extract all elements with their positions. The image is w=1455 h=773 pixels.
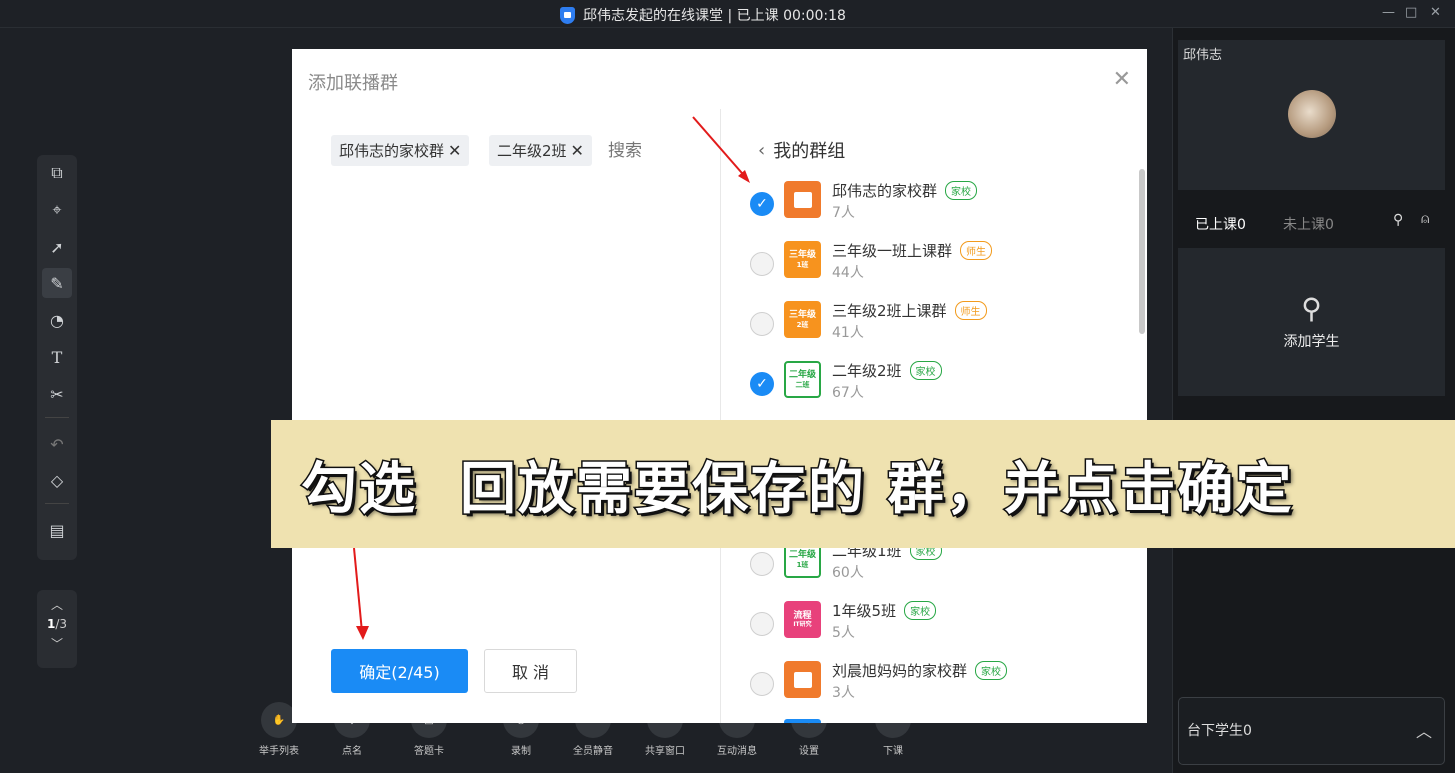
arrow-line	[692, 116, 749, 181]
instruction-text: 勾选 回放需要保存的 群，并点击确定	[300, 455, 1294, 523]
arrow-head	[356, 626, 369, 640]
arrow-line	[353, 547, 363, 633]
instruction-banner: 勾选 回放需要保存的 群，并点击确定	[271, 420, 1455, 548]
annotation-arrows	[353, 116, 750, 640]
